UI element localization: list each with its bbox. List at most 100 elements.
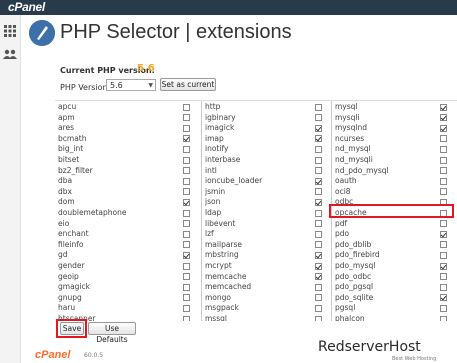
extension-checkbox[interactable]	[315, 262, 322, 270]
extension-row-htscanner: htscanner	[55, 314, 198, 321]
extension-checkbox[interactable]	[440, 273, 447, 281]
extension-row-ncurses: ncurses	[332, 134, 457, 145]
extension-checkbox[interactable]	[183, 209, 190, 217]
extension-row-inotify: inotify	[202, 144, 330, 155]
extension-checkbox[interactable]	[315, 124, 322, 132]
extension-checkbox[interactable]	[315, 241, 322, 249]
extension-label: fileinfo	[58, 239, 84, 249]
extension-checkbox[interactable]	[183, 251, 190, 259]
extension-row-mailparse: mailparse	[202, 240, 330, 251]
extension-checkbox[interactable]	[315, 135, 322, 143]
extension-checkbox[interactable]	[315, 251, 322, 259]
extension-row-pdo_firebird: pdo_firebird	[332, 250, 457, 261]
extension-checkbox[interactable]	[440, 304, 447, 312]
extension-row-enchant: enchant	[55, 229, 198, 240]
extension-checkbox[interactable]	[440, 177, 447, 185]
extension-checkbox[interactable]	[315, 315, 322, 321]
extension-checkbox[interactable]	[315, 198, 322, 206]
extension-checkbox[interactable]	[315, 220, 322, 228]
extension-label: inotify	[205, 144, 229, 154]
cpanel-logo[interactable]: cPanel	[8, 0, 45, 15]
extension-checkbox[interactable]	[183, 114, 190, 122]
extension-checkbox[interactable]	[183, 273, 190, 281]
extension-checkbox[interactable]	[183, 177, 190, 185]
extension-label: oci8	[335, 186, 351, 196]
extension-label: mysqli	[335, 112, 360, 122]
extension-checkbox[interactable]	[315, 167, 322, 175]
extension-checkbox[interactable]	[183, 262, 190, 270]
extension-checkbox[interactable]	[183, 188, 190, 196]
extension-checkbox[interactable]	[315, 273, 322, 281]
extension-checkbox[interactable]	[440, 156, 447, 164]
extension-checkbox[interactable]	[315, 283, 322, 291]
extension-checkbox[interactable]	[183, 103, 190, 111]
extension-label: mcrypt	[205, 261, 232, 270]
extension-checkbox[interactable]	[183, 294, 190, 302]
extension-checkbox[interactable]	[440, 145, 447, 153]
extension-checkbox[interactable]	[440, 209, 447, 217]
extension-checkbox[interactable]	[440, 262, 447, 270]
extension-label: bitset	[58, 155, 80, 164]
extension-checkbox[interactable]	[440, 294, 447, 302]
extension-checkbox[interactable]	[315, 304, 322, 312]
extension-checkbox[interactable]	[183, 230, 190, 238]
extension-checkbox[interactable]	[315, 188, 322, 196]
extension-checkbox[interactable]	[183, 220, 190, 228]
extension-checkbox[interactable]	[440, 135, 447, 143]
extension-checkbox[interactable]	[183, 198, 190, 206]
extension-row-pdo: pdo	[332, 229, 457, 240]
extension-checkbox[interactable]	[315, 114, 322, 122]
extension-checkbox[interactable]	[315, 103, 322, 111]
extension-checkbox[interactable]	[183, 241, 190, 249]
extension-row-gender: gender	[55, 261, 198, 272]
extension-label: mssql	[205, 314, 227, 321]
top-bar: cPanel	[0, 0, 457, 15]
extension-checkbox[interactable]	[440, 188, 447, 196]
save-button[interactable]: Save	[60, 322, 84, 335]
extension-checkbox[interactable]	[183, 304, 190, 312]
extension-checkbox[interactable]	[440, 251, 447, 259]
users-icon[interactable]	[3, 48, 17, 62]
extension-checkbox[interactable]	[315, 230, 322, 238]
extension-checkbox[interactable]	[183, 156, 190, 164]
extension-checkbox[interactable]	[440, 230, 447, 238]
extension-label: dba	[58, 176, 73, 186]
extension-row-eio: eio	[55, 219, 198, 230]
extension-checkbox[interactable]	[183, 135, 190, 143]
extension-row-mysql: mysql	[332, 102, 457, 113]
extension-checkbox[interactable]	[440, 315, 447, 321]
extension-checkbox[interactable]	[440, 220, 447, 228]
extension-checkbox[interactable]	[440, 283, 447, 291]
extension-label: gd	[58, 250, 68, 260]
extension-checkbox[interactable]	[440, 124, 447, 132]
extension-label: nd_mysql	[335, 144, 371, 154]
extension-checkbox[interactable]	[315, 209, 322, 217]
extension-checkbox[interactable]	[315, 156, 322, 164]
chevron-down-icon: ▼	[148, 82, 153, 89]
extension-checkbox[interactable]	[183, 315, 190, 321]
extension-checkbox[interactable]	[440, 114, 447, 122]
grid-icon[interactable]	[3, 24, 17, 38]
extension-checkbox[interactable]	[440, 167, 447, 175]
extension-row-intl: intl	[202, 166, 330, 177]
extension-checkbox[interactable]	[440, 103, 447, 111]
extension-checkbox[interactable]	[183, 283, 190, 291]
extension-checkbox[interactable]	[183, 145, 190, 153]
set-as-current-button[interactable]: Set as current	[160, 78, 216, 91]
extension-label: ioncube_loader	[205, 176, 263, 186]
extension-checkbox[interactable]	[183, 167, 190, 175]
extensions-column-3: mysql mysqli mysqlnd ncurses nd_mysql nd_mysq…	[331, 101, 457, 321]
extension-checkbox[interactable]	[315, 177, 322, 185]
sidebar	[0, 15, 21, 363]
extension-checkbox[interactable]	[183, 124, 190, 132]
extension-checkbox[interactable]	[315, 145, 322, 153]
extension-row-big_int: big_int	[55, 144, 198, 155]
extension-checkbox[interactable]	[440, 241, 447, 249]
use-defaults-button[interactable]: Use Defaults	[88, 322, 136, 344]
extension-row-bz2_filter: bz2_filter	[55, 166, 198, 177]
extension-checkbox[interactable]	[315, 294, 322, 302]
extension-row-doublemetaphone: doublemetaphone	[55, 208, 198, 219]
extension-row-mysqli: mysqli	[332, 113, 457, 124]
php-version-select[interactable]: 5.6 ▼	[106, 79, 156, 91]
extension-checkbox[interactable]	[440, 198, 447, 206]
